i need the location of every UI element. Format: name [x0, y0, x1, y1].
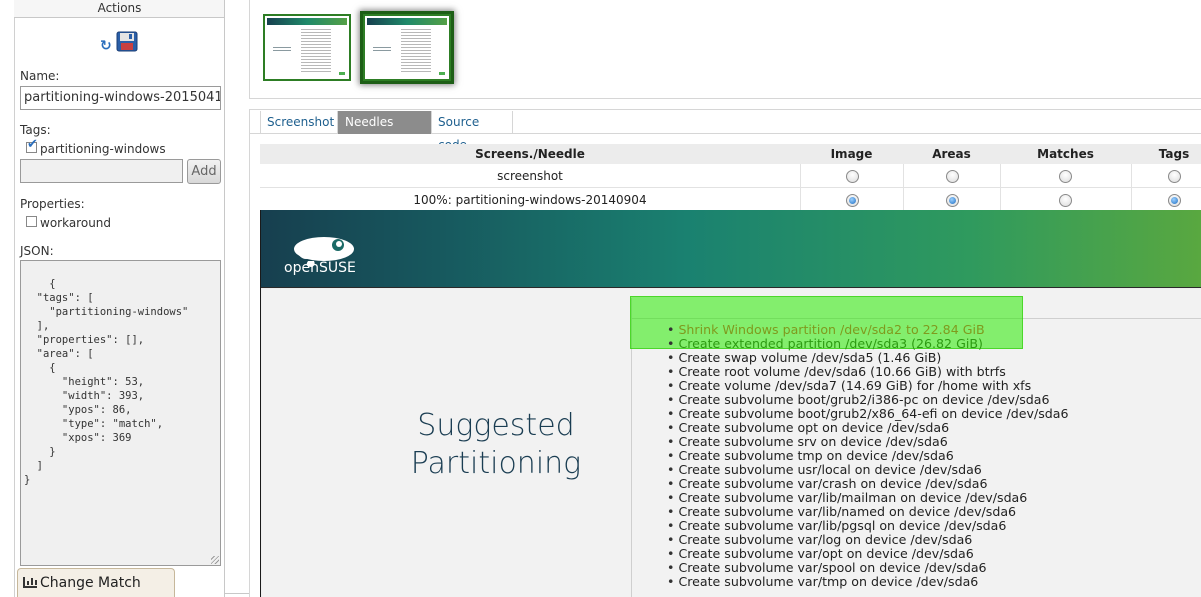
json-content: { "tags": [ "partitioning-windows" ], "p…	[24, 278, 189, 486]
workaround-checkbox[interactable]	[26, 216, 37, 227]
radio-screenshot-tags[interactable]	[1168, 170, 1181, 183]
list-item: Create subvolume var/lib/pgsql on device…	[667, 519, 1069, 533]
radio-screenshot-areas[interactable]	[946, 170, 959, 183]
needle-thumbnail-selected[interactable]	[363, 14, 451, 81]
list-item: Create subvolume var/crash on device /de…	[667, 477, 1069, 491]
tab-needles-editor[interactable]: Needles editor	[338, 111, 431, 152]
tag-label: partitioning-windows	[40, 142, 166, 156]
change-match-level-button[interactable]: Change Match Level	[17, 568, 175, 597]
workaround-label: workaround	[40, 216, 112, 230]
tab-source-code[interactable]: Source code	[431, 111, 513, 152]
tags-label: Tags:	[20, 123, 51, 137]
row-screenshot-label: screenshot	[497, 169, 563, 183]
radio-needle-areas[interactable]	[946, 194, 959, 207]
radio-screenshot-image[interactable]	[846, 170, 859, 183]
list-item: Create subvolume var/lib/named on device…	[667, 505, 1069, 519]
radio-needle-matches[interactable]	[1059, 194, 1072, 207]
needle-screenshot-canvas[interactable]: openSUSE Suggested Partitioning Shrink W…	[260, 210, 1201, 597]
list-item: Create subvolume var/tmp on device /dev/…	[667, 575, 1069, 589]
row-divider	[260, 187, 1201, 188]
json-textarea[interactable]: { "tags": [ "partitioning-windows" ], "p…	[20, 260, 221, 566]
actions-panel: Actions ↻ Name: partitioning-windows-201…	[0, 0, 237, 597]
list-item: Create subvolume opt on device /dev/sda6	[667, 421, 1069, 435]
thumbnail-strip	[249, 0, 1201, 99]
bar-chart-icon	[23, 577, 37, 588]
opensuse-header: openSUSE	[261, 210, 1201, 288]
floppy-disk-icon[interactable]	[116, 31, 138, 52]
list-item: Create subvolume var/spool on device /de…	[667, 561, 1069, 575]
properties-label: Properties:	[20, 197, 85, 211]
list-item: Create extended partition /dev/sda3 (26.…	[667, 337, 1069, 351]
json-label: JSON:	[20, 244, 54, 258]
radio-screenshot-matches[interactable]	[1059, 170, 1072, 183]
row-needle-label: 100%: partitioning-windows-20140904	[413, 193, 647, 207]
radio-needle-image[interactable]	[846, 194, 859, 207]
header-matches: Matches	[1037, 147, 1094, 161]
list-item: Shrink Windows partition /dev/sda2 to 22…	[667, 323, 1069, 337]
list-item: Create volume /dev/sda7 (14.69 GiB) for …	[667, 379, 1069, 393]
change-match-level-label: Change Match Level	[40, 575, 141, 591]
list-item: Create subvolume var/opt on device /dev/…	[667, 547, 1069, 561]
panel-left-edge	[14, 18, 15, 597]
list-item: Create root volume /dev/sda6 (10.66 GiB)…	[667, 365, 1069, 379]
radio-needle-tags[interactable]	[1168, 194, 1181, 207]
list-item: Create subvolume usr/local on device /de…	[667, 463, 1069, 477]
tab-screenshot[interactable]: Screenshot	[260, 111, 338, 134]
header-image: Image	[830, 147, 873, 161]
list-item: Create swap volume /dev/sda5 (1.46 GiB)	[667, 351, 1069, 365]
resize-grip-icon[interactable]	[211, 556, 219, 564]
needle-name-input[interactable]: partitioning-windows-20150416	[20, 86, 221, 110]
header-areas: Areas	[932, 147, 971, 161]
list-item: Create subvolume var/log on device /dev/…	[667, 533, 1069, 547]
list-item: Create subvolume boot/grub2/i386-pc on d…	[667, 393, 1069, 407]
add-tag-button[interactable]: Add	[187, 159, 221, 184]
screenshot-thumbnail[interactable]	[263, 14, 351, 81]
partition-list: Shrink Windows partition /dev/sda2 to 22…	[667, 323, 1069, 589]
list-item: Create subvolume tmp on device /dev/sda6	[667, 449, 1069, 463]
panel-divider	[224, 0, 225, 597]
suggested-partitioning-title: Suggested Partitioning	[410, 408, 582, 481]
header-needle: Screens./Needle	[475, 147, 585, 161]
list-item: Create subvolume var/lib/mailman on devi…	[667, 491, 1069, 505]
tag-checkbox[interactable]	[26, 137, 38, 153]
new-tag-input[interactable]	[20, 159, 183, 183]
name-label: Name:	[20, 69, 60, 83]
reload-icon[interactable]: ↻	[100, 39, 112, 53]
list-item: Create subvolume srv on device /dev/sda6	[667, 435, 1069, 449]
list-item: Create subvolume boot/grub2/x86_64-efi o…	[667, 407, 1068, 421]
header-tags: Tags	[1158, 147, 1190, 161]
opensuse-wordmark: openSUSE	[284, 260, 356, 276]
actions-header: Actions	[14, 0, 225, 18]
